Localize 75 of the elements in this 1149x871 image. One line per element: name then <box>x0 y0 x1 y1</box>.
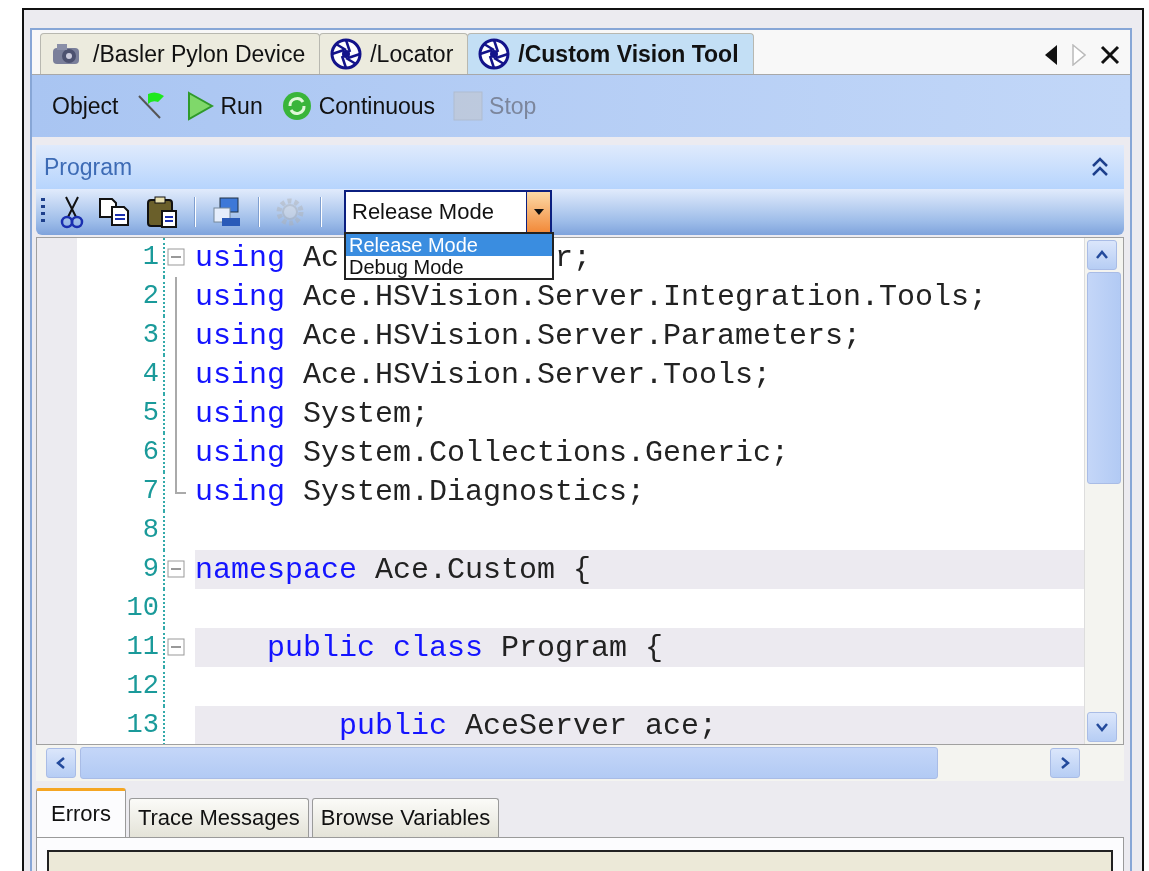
line-number: 2 <box>77 277 165 316</box>
play-icon <box>186 91 215 121</box>
aperture-icon <box>478 38 511 70</box>
output-tab[interactable]: Trace Messages <box>128 798 309 837</box>
scroll-left-button[interactable] <box>46 748 76 778</box>
fold-toggle-icon[interactable] <box>167 638 185 656</box>
line-number: 5 <box>77 394 165 433</box>
aperture-icon <box>330 38 363 70</box>
code-text: System.Diagnostics; <box>303 474 646 509</box>
code-text: r; <box>555 240 592 275</box>
code-text: System.Collections.Generic; <box>303 435 790 470</box>
close-icon[interactable] <box>1100 45 1120 65</box>
scroll-left-icon[interactable] <box>1044 44 1058 66</box>
code-text: System; <box>303 396 430 431</box>
code-keyword: using <box>195 396 285 431</box>
toolbar-button[interactable]: Continuous <box>280 90 436 122</box>
line-number: 10 <box>77 589 165 628</box>
section-title: Program <box>44 153 133 181</box>
tool-button[interactable] <box>98 197 132 227</box>
tool-button[interactable] <box>60 195 84 229</box>
cycle-icon <box>280 90 313 122</box>
output-tab[interactable]: Errors <box>36 788 126 837</box>
dropdown-button[interactable] <box>526 192 550 232</box>
double-chevron-up-icon <box>1090 157 1110 177</box>
code-keyword: namespace <box>195 552 358 587</box>
toolbar-button[interactable]: Object <box>52 92 119 120</box>
code-keyword: using <box>195 435 285 470</box>
code-keyword: public <box>338 708 448 743</box>
code-keyword: using <box>195 357 285 392</box>
scroll-thumb[interactable] <box>1087 272 1121 484</box>
line-number: 4 <box>77 355 165 394</box>
scroll-right-button[interactable] <box>1050 748 1080 778</box>
code-keyword: using <box>195 474 285 509</box>
collapse-button[interactable] <box>1090 157 1110 177</box>
tab-label: /Basler Pylon Device <box>93 40 306 68</box>
copy-icon <box>98 197 132 227</box>
scroll-up-button[interactable] <box>1087 240 1117 270</box>
code-text: Ace.Custom { <box>375 552 592 587</box>
code-keyword: public class <box>266 630 484 665</box>
line-number: 8 <box>77 511 165 550</box>
code-text: AceServer ace; <box>465 708 718 743</box>
code-keyword: using <box>195 240 285 275</box>
line-number: 9 <box>77 550 165 589</box>
code-text: Ace.HSVision.Server.Parameters; <box>303 318 862 353</box>
line-number: 3 <box>77 316 165 355</box>
clipboard-icon <box>146 195 180 229</box>
gear-icon <box>274 196 306 228</box>
fold-toggle-icon[interactable] <box>167 560 185 578</box>
line-number: 7 <box>77 472 165 511</box>
line-number: 11 <box>77 628 165 667</box>
tab-label: /Custom Vision Tool <box>518 40 739 68</box>
code-keyword: using <box>195 279 285 314</box>
fold-end-icon <box>175 472 186 494</box>
line-number: 1 <box>77 238 165 277</box>
stop-icon <box>453 91 484 121</box>
document-tab[interactable]: /Locator <box>319 33 469 74</box>
caret-icon <box>533 209 544 215</box>
code-text: Program { <box>501 630 664 665</box>
output-tab[interactable]: Browse Variables <box>311 798 500 837</box>
fold-toggle-icon[interactable] <box>167 248 185 266</box>
line-number: 6 <box>77 433 165 472</box>
toolbar-button[interactable]: Run <box>186 91 263 121</box>
code-text: Ac <box>303 240 340 275</box>
document-tab[interactable]: /Basler Pylon Device <box>40 33 321 74</box>
code-text: Ace.HSVision.Server.Tools; <box>303 357 772 392</box>
select-value: Release Mode <box>351 198 495 226</box>
scissors-icon <box>60 195 84 229</box>
scroll-down-button[interactable] <box>1087 712 1117 742</box>
document-tab[interactable]: /Custom Vision Tool <box>467 33 754 74</box>
tool-button[interactable] <box>146 195 180 229</box>
tab-label: /Locator <box>370 40 454 68</box>
line-number: 12 <box>77 667 165 706</box>
scroll-thumb[interactable] <box>80 747 938 779</box>
code-keyword: using <box>195 318 285 353</box>
code-text: Ace.HSVision.Server.Integration.Tools; <box>303 279 988 314</box>
